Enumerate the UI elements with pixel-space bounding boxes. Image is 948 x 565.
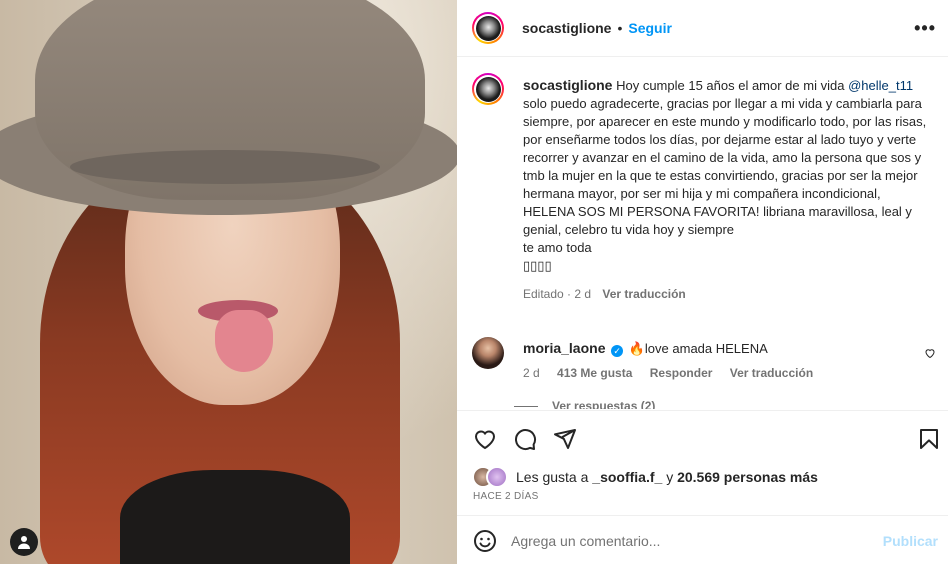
comment-like-heart-icon[interactable] [924,347,936,359]
comment-translate-link[interactable]: Ver traducción [730,366,813,380]
author-avatar[interactable] [472,12,504,44]
likes-middle: y [666,469,674,485]
comment-body: moria_laone ✓ 🔥love amada HELENA 2 d 413… [523,339,923,382]
comment-meta: 2 d 413 Me gusta Responder Ver traducció… [523,364,923,382]
person-icon[interactable] [10,528,38,556]
save-bookmark-icon[interactable] [917,427,941,451]
caption-area: socastiglione Hoy cumple 15 años el amor… [457,57,948,409]
author-username[interactable]: socastiglione [522,20,611,36]
likes-text: Les gusta a _sooffia.f_ y 20.569 persona… [516,469,818,485]
caption-part2: solo puedo agradecerte, gracias por lleg… [523,96,927,237]
caption-edited: Editado · 2 d [523,287,592,301]
comment-text: 🔥love amada HELENA [628,341,768,356]
commenter-username[interactable]: moria_laone [523,340,605,356]
post-time-ago[interactable]: HACE 2 DÍAS [473,491,539,502]
commenter-avatar[interactable] [472,337,504,369]
caption-meta: Editado · 2 d Ver traducción [523,285,933,303]
post-comment-button[interactable]: Publicar [883,533,938,549]
likes-summary: Les gusta a _sooffia.f_ y 20.569 persona… [472,466,818,488]
caption-username[interactable]: socastiglione [523,77,612,93]
likes-count[interactable]: 20.569 personas más [677,469,818,485]
likes-prefix: Les gusta a [516,469,589,485]
comment-age: 2 d [523,366,540,380]
emoji-icon[interactable] [473,529,497,553]
caption-translate-link[interactable]: Ver traducción [602,287,685,301]
post-photo[interactable] [0,0,457,564]
caption-emoji-line: ▯▯▯▯ [523,258,552,273]
post-panel: socastiglione • Seguir ••• socastiglione… [457,0,948,564]
photo-shirt [120,470,350,564]
add-comment-bar: Agrega un comentario... Publicar [457,515,948,565]
share-send-icon[interactable] [553,427,577,451]
comment-input[interactable]: Agrega un comentario... [511,533,883,549]
comment-likes[interactable]: 413 Me gusta [557,366,632,380]
separator-dot: • [617,20,623,36]
caption-part1: Hoy cumple 15 años el amor de mi vida [616,78,845,93]
verified-badge-icon: ✓ [611,345,624,357]
follow-button[interactable]: Seguir [628,20,672,36]
view-replies-link[interactable]: Ver respuestas (2) [552,399,655,409]
comment-reply-button[interactable]: Responder [650,366,713,380]
liker-avatar[interactable] [486,466,508,488]
caption-text: socastiglione Hoy cumple 15 años el amor… [523,76,933,303]
post-header: socastiglione • Seguir ••• [457,0,948,57]
caption-part3: te amo toda [523,240,592,255]
action-bar [457,410,948,465]
like-heart-icon[interactable] [473,427,497,451]
comment-bubble-icon[interactable] [513,427,537,451]
photo-tongue [215,310,273,372]
likes-user[interactable]: _sooffia.f_ [592,469,662,485]
caption-mention[interactable]: @helle_t11 [848,78,913,93]
photo-hat-band [70,150,380,184]
caption-avatar[interactable] [472,73,504,105]
more-options-icon[interactable]: ••• [914,18,936,39]
